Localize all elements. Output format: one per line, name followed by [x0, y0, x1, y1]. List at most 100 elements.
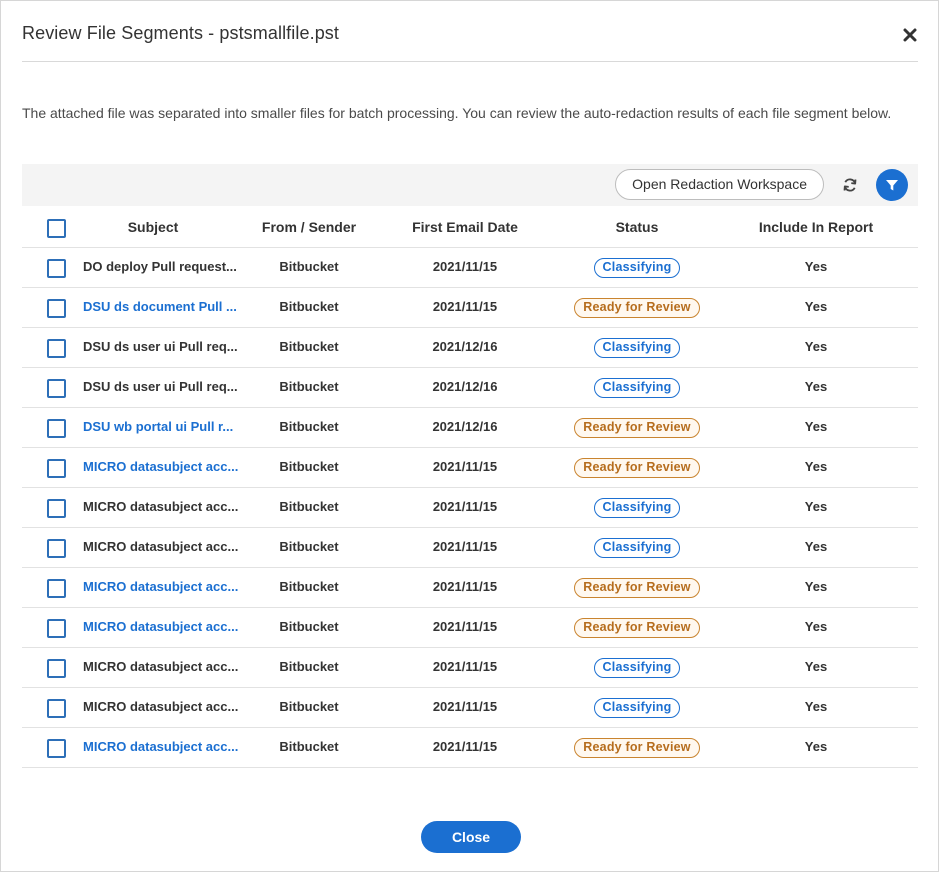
row-status-cell: Ready for Review: [562, 568, 712, 608]
row-subject-link[interactable]: MICRO datasubject acc...: [83, 568, 245, 608]
table-row: MICRO datasubject acc... Bitbucket 2021/11…: [22, 648, 918, 688]
segments-table: Subject From / Sender First Email Date S…: [22, 208, 918, 768]
status-badge: Classifying: [593, 537, 681, 558]
refresh-icon[interactable]: [840, 175, 860, 195]
row-date: 2021/11/15: [432, 499, 498, 514]
table-row: MICRO datasubject acc... Bitbucket 2021/11…: [22, 568, 918, 608]
row-checkbox[interactable]: [47, 339, 66, 358]
status-badge: Classifying: [593, 257, 681, 278]
row-subject-link[interactable]: MICRO datasubject acc...: [83, 728, 245, 768]
dialog-description: The attached file was separated into sma…: [22, 105, 892, 121]
row-status-cell: Ready for Review: [562, 448, 712, 488]
status-badge: Ready for Review: [574, 577, 700, 598]
column-header-include-in-report[interactable]: Include In Report: [746, 208, 886, 248]
row-include-in-report: Yes: [804, 459, 828, 474]
row-include-in-report: Yes: [804, 739, 828, 754]
row-subject: DO deploy Pull request...: [83, 259, 237, 274]
row-checkbox[interactable]: [47, 579, 66, 598]
row-include-in-report: Yes: [804, 339, 828, 354]
status-badge: Classifying: [593, 337, 681, 358]
table-row: DSU ds user ui Pull req... Bitbucket 2021/…: [22, 368, 918, 408]
row-date: 2021/12/16: [432, 419, 498, 434]
row-checkbox[interactable]: [47, 539, 66, 558]
row-date: 2021/11/15: [432, 619, 498, 634]
table-row: MICRO datasubject acc... Bitbucket 2021/11…: [22, 528, 918, 568]
row-include-in-report: Yes: [804, 419, 828, 434]
table-row: MICRO datasubject acc... Bitbucket 2021/11…: [22, 608, 918, 648]
row-checkbox[interactable]: [47, 739, 66, 758]
dialog-header: Review File Segments - pstsmallfile.pst: [22, 1, 918, 62]
row-subject: DSU ds user ui Pull req...: [83, 339, 238, 354]
row-status-cell: Classifying: [562, 648, 712, 688]
row-checkbox[interactable]: [47, 259, 66, 278]
row-subject-link[interactable]: DSU ds document Pull ...: [83, 288, 245, 328]
row-checkbox[interactable]: [47, 299, 66, 318]
row-subject-link[interactable]: DSU wb portal ui Pull r...: [83, 408, 245, 448]
status-badge: Classifying: [593, 497, 681, 518]
table-body: DO deploy Pull request... Bitbucket 2021/1…: [22, 248, 918, 768]
status-badge: Classifying: [593, 697, 681, 718]
status-badge: Ready for Review: [574, 417, 700, 438]
row-sender: Bitbucket: [279, 699, 339, 714]
status-badge: Ready for Review: [574, 737, 700, 758]
row-date: 2021/11/15: [432, 299, 498, 314]
row-sender: Bitbucket: [279, 419, 339, 434]
row-include-in-report: Yes: [804, 259, 828, 274]
status-badge: Classifying: [593, 657, 681, 678]
row-subject: MICRO datasubject acc...: [83, 539, 239, 554]
row-date: 2021/12/16: [432, 339, 498, 354]
row-date: 2021/11/15: [432, 659, 498, 674]
table-row: MICRO datasubject acc... Bitbucket 2021/11…: [22, 688, 918, 728]
status-badge: Classifying: [593, 377, 681, 398]
row-subject-link[interactable]: MICRO datasubject acc...: [83, 448, 245, 488]
status-badge: Ready for Review: [574, 617, 700, 638]
row-subject: DSU ds user ui Pull req...: [83, 379, 238, 394]
table-row: DSU ds user ui Pull req... Bitbucket 2021/…: [22, 328, 918, 368]
row-sender: Bitbucket: [279, 499, 339, 514]
table-row: DSU wb portal ui Pull r... Bitbucket 2021/…: [22, 408, 918, 448]
row-include-in-report: Yes: [804, 499, 828, 514]
row-checkbox[interactable]: [47, 499, 66, 518]
row-checkbox[interactable]: [47, 619, 66, 638]
row-sender: Bitbucket: [279, 259, 339, 274]
column-header-status[interactable]: Status: [562, 208, 712, 248]
close-icon[interactable]: [902, 27, 918, 43]
row-checkbox[interactable]: [47, 419, 66, 438]
review-file-segments-dialog: Review File Segments - pstsmallfile.pst …: [0, 0, 939, 872]
column-header-subject[interactable]: Subject: [83, 208, 223, 248]
status-badge: Ready for Review: [574, 297, 700, 318]
row-checkbox[interactable]: [47, 379, 66, 398]
row-status-cell: Ready for Review: [562, 728, 712, 768]
row-subject-link[interactable]: MICRO datasubject acc...: [83, 608, 245, 648]
row-date: 2021/11/15: [432, 739, 498, 754]
close-button[interactable]: Close: [421, 821, 521, 853]
table-toolbar: Open Redaction Workspace: [22, 164, 918, 206]
row-sender: Bitbucket: [279, 579, 339, 594]
row-status-cell: Ready for Review: [562, 408, 712, 448]
open-redaction-workspace-button[interactable]: Open Redaction Workspace: [615, 169, 824, 200]
row-status-cell: Classifying: [562, 328, 712, 368]
row-status-cell: Classifying: [562, 248, 712, 288]
row-date: 2021/12/16: [432, 379, 498, 394]
row-include-in-report: Yes: [804, 699, 828, 714]
column-header-from[interactable]: From / Sender: [249, 208, 369, 248]
row-status-cell: Classifying: [562, 688, 712, 728]
row-checkbox[interactable]: [47, 659, 66, 678]
table-row: MICRO datasubject acc... Bitbucket 2021/11…: [22, 448, 918, 488]
row-include-in-report: Yes: [804, 659, 828, 674]
row-subject: MICRO datasubject acc...: [83, 499, 239, 514]
row-sender: Bitbucket: [279, 379, 339, 394]
row-subject: MICRO datasubject acc...: [83, 659, 239, 674]
filter-icon[interactable]: [876, 169, 908, 201]
row-sender: Bitbucket: [279, 739, 339, 754]
dialog-title: Review File Segments - pstsmallfile.pst: [22, 23, 340, 43]
row-checkbox[interactable]: [47, 459, 66, 478]
status-badge: Ready for Review: [574, 457, 700, 478]
column-header-date[interactable]: First Email Date: [395, 208, 535, 248]
row-include-in-report: Yes: [804, 619, 828, 634]
select-all-checkbox[interactable]: [47, 219, 66, 238]
row-sender: Bitbucket: [279, 659, 339, 674]
row-status-cell: Classifying: [562, 528, 712, 568]
row-checkbox[interactable]: [47, 699, 66, 718]
row-date: 2021/11/15: [432, 579, 498, 594]
